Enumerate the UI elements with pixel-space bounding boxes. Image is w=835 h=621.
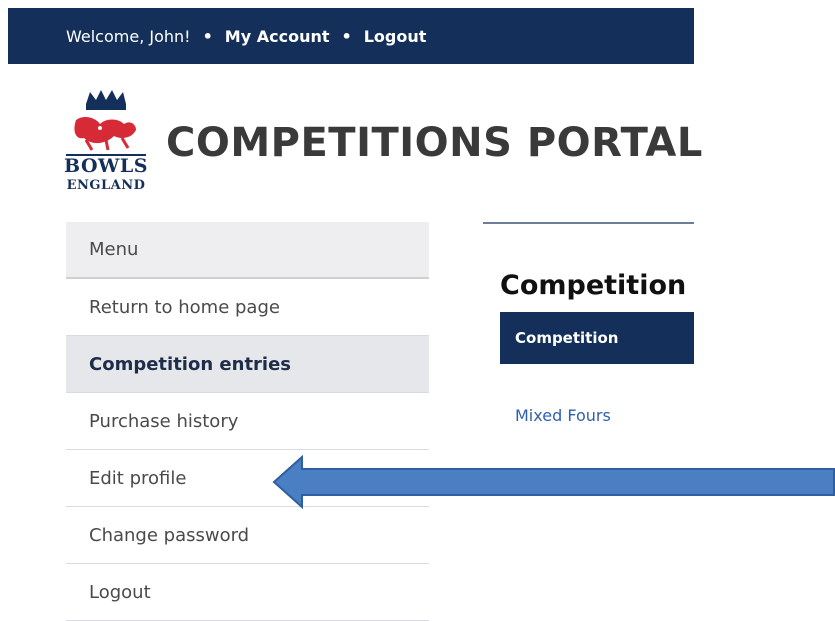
crown-icon bbox=[86, 90, 126, 110]
competition-heading: Competition bbox=[500, 270, 687, 301]
sidebar-item-purchase-history[interactable]: Purchase history bbox=[66, 393, 429, 450]
logo-text: BOWLS ENGLAND bbox=[64, 156, 148, 196]
sidebar-menu-header: Menu bbox=[66, 222, 429, 279]
logout-link[interactable]: Logout bbox=[364, 27, 427, 46]
sidebar-item-competition-entries[interactable]: Competition entries bbox=[66, 336, 429, 393]
lion-icon bbox=[72, 114, 140, 152]
logo-line-bowls: BOWLS bbox=[64, 155, 148, 177]
table-cell-competition-link[interactable]: Mixed Fours bbox=[515, 406, 611, 425]
sidebar-item-return-home[interactable]: Return to home page bbox=[66, 279, 429, 336]
logo-line-england: ENGLAND bbox=[66, 178, 146, 193]
sidebar-item-logout[interactable]: Logout bbox=[66, 564, 429, 621]
arrow-left-icon bbox=[272, 455, 835, 509]
sidebar-menu: Menu Return to home page Competition ent… bbox=[66, 222, 429, 621]
top-bar: Welcome, John! • My Account • Logout bbox=[8, 8, 694, 64]
table-header-competition: Competition bbox=[500, 312, 694, 364]
my-account-link[interactable]: My Account bbox=[225, 27, 330, 46]
separator-dot: • bbox=[202, 26, 213, 46]
separator-dot: • bbox=[341, 26, 352, 46]
header-divider bbox=[483, 222, 694, 224]
welcome-text: Welcome, John! bbox=[66, 26, 191, 46]
page-title: COMPETITIONS PORTAL bbox=[166, 120, 703, 166]
sidebar-item-change-password[interactable]: Change password bbox=[66, 507, 429, 564]
